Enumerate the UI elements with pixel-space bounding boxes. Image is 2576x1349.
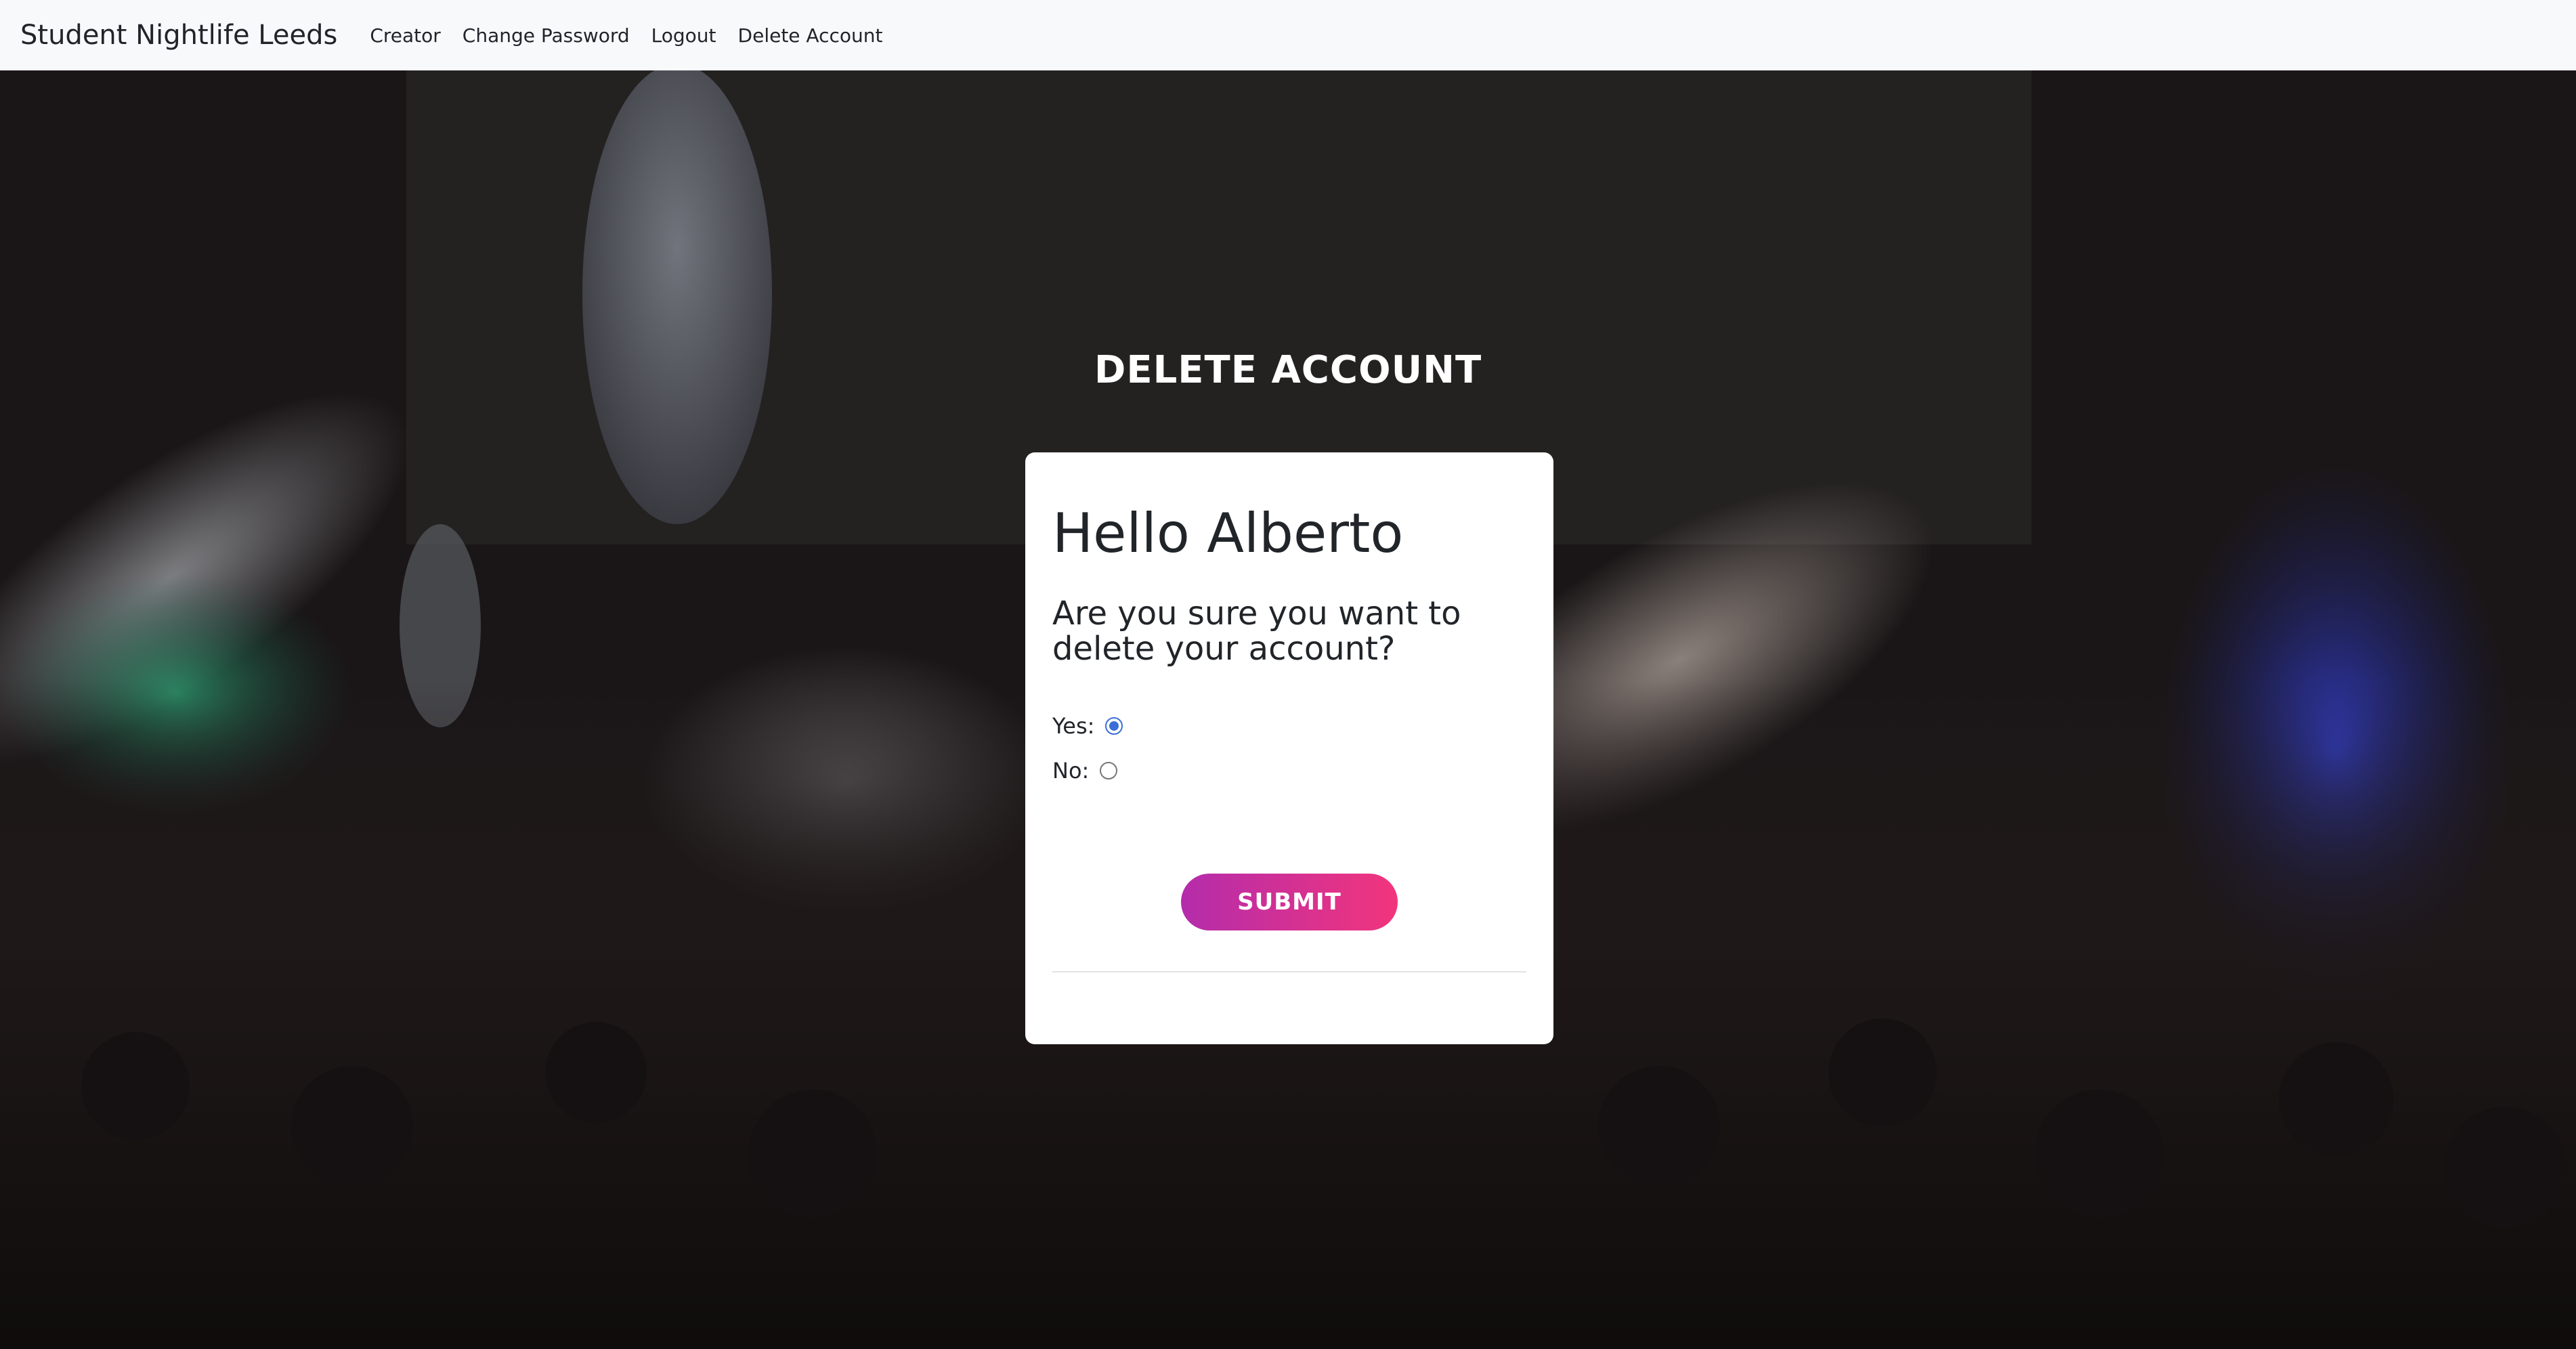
no-option: No: — [1052, 757, 1526, 784]
nav-link-creator[interactable]: Creator — [370, 24, 440, 47]
no-label: No: — [1052, 758, 1090, 784]
yes-option: Yes: — [1052, 712, 1526, 740]
navbar: Student Nightlife Leeds Creator Change P… — [0, 0, 2576, 70]
yes-label: Yes: — [1052, 713, 1095, 739]
page-title: DELETE ACCOUNT — [1094, 348, 1482, 392]
greeting-heading: Hello Alberto — [1052, 502, 1404, 565]
nav-link-delete-account[interactable]: Delete Account — [738, 24, 883, 47]
brand-link[interactable]: Student Nightlife Leeds — [20, 20, 337, 51]
delete-account-card: Hello Alberto Are you sure you want to d… — [1025, 452, 1553, 1044]
submit-button[interactable]: SUBMIT — [1181, 874, 1398, 930]
nav-link-logout[interactable]: Logout — [651, 24, 716, 47]
divider — [1052, 971, 1526, 972]
nav-link-change-password[interactable]: Change Password — [463, 24, 630, 47]
yes-radio[interactable] — [1105, 717, 1123, 735]
confirm-question: Are you sure you want to delete your acc… — [1052, 595, 1461, 668]
no-radio[interactable] — [1100, 762, 1118, 779]
